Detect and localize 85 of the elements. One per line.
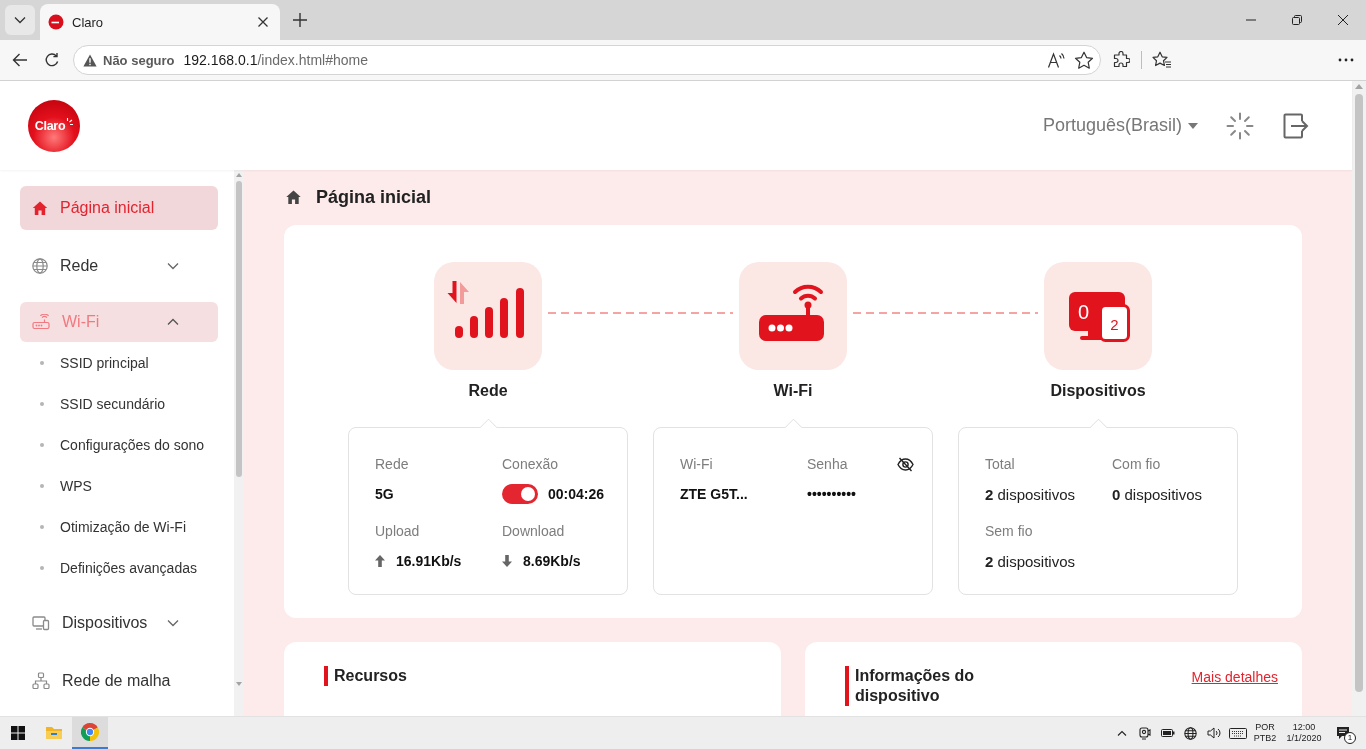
node-label: Dispositivos (1050, 381, 1146, 401)
address-field[interactable]: Não seguro 192.168.0.1/index.html#home (73, 45, 1101, 75)
browser-icon (81, 723, 99, 741)
more-icon[interactable] (1338, 58, 1354, 62)
star-icon[interactable] (1074, 50, 1094, 70)
field-value: 16.91Kb/s (396, 553, 462, 569)
section-title: Recursos (324, 666, 407, 686)
spinner-icon[interactable] (1226, 111, 1254, 140)
field-value: 8.69Kb/s (523, 553, 581, 569)
input-language[interactable]: POR PTB2 (1250, 722, 1280, 744)
taskbar-app[interactable] (72, 717, 108, 749)
restore-icon[interactable] (1291, 14, 1303, 26)
arrow-up-icon (375, 555, 385, 567)
nav-item[interactable]: Rede (20, 244, 218, 288)
nav-subitem[interactable]: Definições avançadas (20, 547, 218, 588)
home-icon (32, 200, 48, 216)
globe-icon (32, 258, 48, 274)
toggle-switch[interactable] (502, 484, 538, 504)
page-title: Página inicial (316, 186, 432, 208)
router-icon (32, 314, 50, 330)
field-label: Download (502, 523, 565, 539)
chevron-up-icon[interactable] (1117, 730, 1127, 736)
device-count: 2 (1110, 316, 1119, 333)
language-select[interactable]: Português(Brasil) (1042, 115, 1198, 136)
favorites-icon[interactable] (1152, 51, 1172, 69)
clock[interactable]: 12:00 1/1/2020 (1280, 722, 1328, 744)
volume-icon[interactable] (1206, 727, 1221, 739)
battery-icon[interactable] (1160, 728, 1175, 738)
folder-icon (45, 725, 63, 741)
field-value: 0 dispositivos (1112, 485, 1203, 503)
field-label: Conexão (502, 456, 559, 472)
nav-subitem[interactable]: SSID principal (20, 342, 218, 383)
scrollbar-thumb[interactable] (1355, 94, 1363, 692)
router-icon (739, 262, 847, 370)
caret-icon (1188, 122, 1198, 129)
field-label: Sem fio (985, 523, 1033, 539)
field-label: Total (985, 456, 1015, 472)
keyboard-icon[interactable] (1228, 727, 1247, 739)
close-icon[interactable] (1337, 14, 1349, 26)
field-value: •••••••••• (807, 486, 856, 502)
read-aloud-icon[interactable] (1047, 51, 1067, 69)
back-icon[interactable] (12, 52, 28, 68)
plus-icon[interactable] (292, 12, 308, 28)
favicon-icon (48, 14, 64, 30)
device-count: 0 (1077, 301, 1090, 323)
field-label: Com fio (1112, 456, 1161, 472)
field-label: Wi-Fi (680, 456, 713, 472)
security-label[interactable]: Não seguro (103, 52, 175, 68)
field-value: 2 dispositivos (985, 552, 1076, 570)
reload-icon[interactable] (44, 52, 60, 68)
field-value: 2 dispositivos (985, 485, 1076, 503)
devices-icon (32, 615, 50, 631)
field-value: ZTE G5T... (680, 486, 748, 502)
url-text: 192.168.0.1/index.html#home (183, 52, 368, 68)
logout-icon[interactable] (1283, 112, 1309, 139)
puzzle-icon[interactable] (1112, 51, 1130, 69)
nav-subitem[interactable]: Otimização de Wi-Fi (20, 506, 218, 547)
nav-item[interactable]: Dispositivos (20, 601, 218, 645)
nav-item[interactable]: Rede de malha (20, 659, 218, 703)
field-label: Rede (375, 456, 409, 472)
globe-icon[interactable] (1184, 726, 1197, 740)
node-label: Wi-Fi (773, 381, 813, 401)
camera-icon[interactable] (1138, 726, 1151, 740)
arrow-down-icon (502, 555, 512, 567)
home-icon (285, 189, 302, 205)
node-label: Rede (468, 381, 508, 401)
eye-slash-icon[interactable] (897, 456, 914, 472)
section-title: Informações do dispositivo (845, 666, 1005, 706)
nav-subitem[interactable]: Configurações do sono (20, 424, 218, 465)
nav-subitem[interactable]: WPS (20, 465, 218, 506)
tab-list-button[interactable] (5, 5, 35, 35)
field-value: 00:04:26 (548, 486, 605, 502)
logo: Claro (28, 99, 80, 152)
warning-icon (83, 53, 97, 67)
scrollbar-thumb[interactable] (236, 181, 242, 477)
windows-icon[interactable] (11, 726, 25, 740)
network-icon (32, 672, 50, 690)
field-value: 5G (375, 486, 394, 502)
nav-subitem[interactable]: SSID secundário (20, 383, 218, 424)
signal-icon (434, 262, 542, 370)
field-label: Senha (807, 456, 848, 472)
field-label: Upload (375, 523, 420, 539)
details-link[interactable]: Mais detalhes (1191, 669, 1278, 685)
browser-tab[interactable]: Claro (40, 4, 280, 40)
close-icon[interactable] (256, 15, 270, 29)
